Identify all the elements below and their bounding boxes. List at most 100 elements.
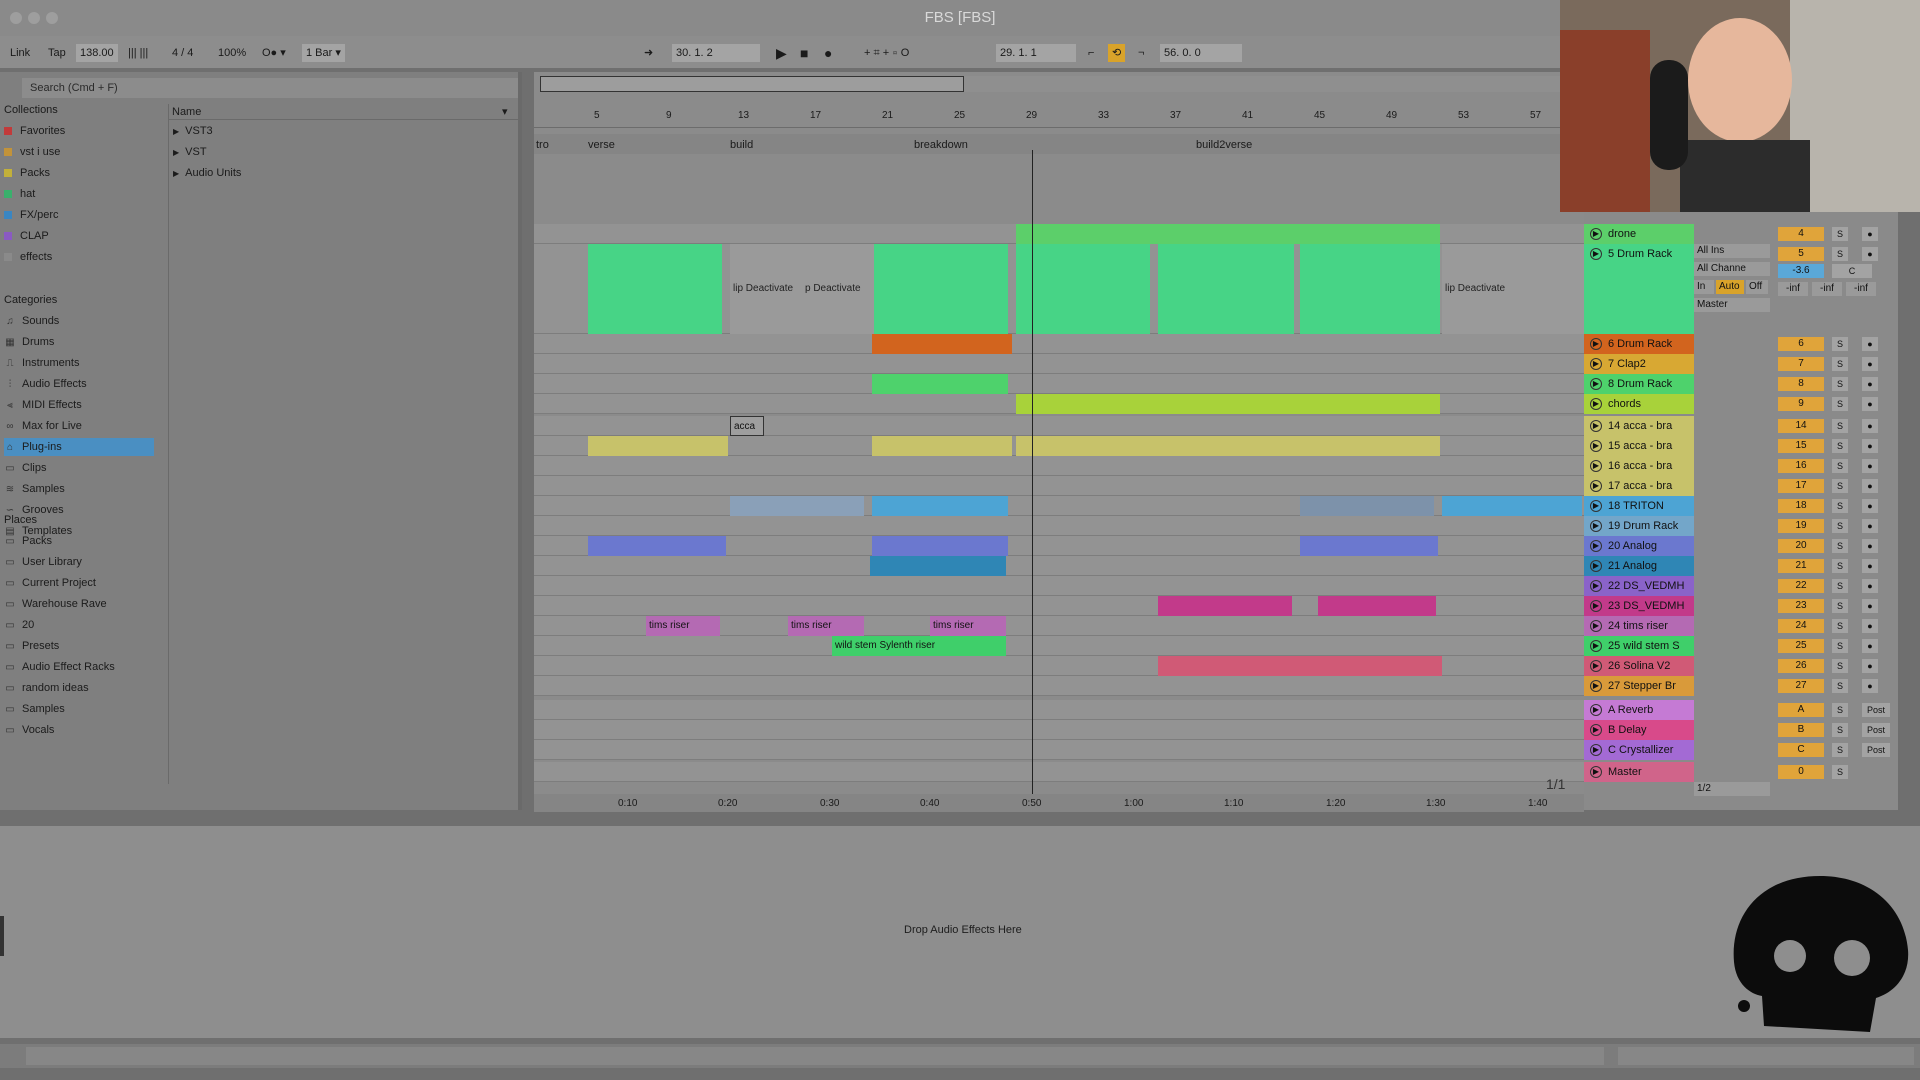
post-button[interactable]: Post [1862,743,1890,757]
category-item[interactable]: ⎍ Instruments [4,354,154,372]
track-lane[interactable] [534,676,1584,696]
arrangement-clip[interactable] [1016,244,1150,334]
track-header[interactable]: ▶ 17 acca - bra [1584,476,1694,496]
category-item[interactable]: ∽ Grooves [4,501,154,519]
track-header[interactable]: ▶ 16 acca - bra [1584,456,1694,476]
arm-button-icon[interactable]: ● [1862,499,1878,513]
track-lane[interactable] [534,334,1584,354]
track-fold-icon[interactable]: ▶ [1590,744,1602,756]
solo-button[interactable]: S [1832,419,1848,433]
track-fold-icon[interactable]: ▶ [1590,378,1602,390]
place-item[interactable]: ▭ Samples [4,700,154,718]
solo-button[interactable]: S [1832,337,1848,351]
arrangement-clip[interactable] [730,496,864,516]
solo-button[interactable]: S [1832,539,1848,553]
category-item[interactable]: ≋ Samples [4,480,154,498]
track-activator[interactable]: 20 [1778,539,1824,553]
loop-start-field[interactable]: 29. 1. 1 [996,44,1076,62]
track-fold-icon[interactable]: ▶ [1590,540,1602,552]
arm-button-icon[interactable]: ● [1862,679,1878,693]
arrangement-clip[interactable]: lip Deactivate [1442,244,1592,334]
detail-handle[interactable] [0,916,4,956]
track-fold-icon[interactable]: ▶ [1590,420,1602,432]
send-b-value[interactable]: -inf [1812,282,1842,296]
solo-button[interactable]: S [1832,659,1848,673]
arrangement-clip[interactable]: p Deactivate [802,244,874,334]
track-activator[interactable]: 16 [1778,459,1824,473]
category-item[interactable]: ∞ Max for Live [4,417,154,435]
solo-button[interactable]: S [1832,479,1848,493]
arm-button-icon[interactable]: ● [1862,377,1878,391]
track-lane[interactable] [534,700,1584,720]
arrangement-clip[interactable]: tims riser [788,616,864,636]
track-lane[interactable] [534,762,1584,782]
loop-switch-icon[interactable]: ⟲ [1108,44,1126,62]
arm-button-icon[interactable]: ● [1862,227,1878,241]
track-fold-icon[interactable]: ▶ [1590,660,1602,672]
place-item[interactable]: ▭ Audio Effect Racks [4,658,154,676]
track-header[interactable]: ▶ 15 acca - bra [1584,436,1694,456]
track-header[interactable]: ▶ 24 tims riser [1584,616,1694,636]
track-fold-icon[interactable]: ▶ [1590,600,1602,612]
locator-marker[interactable]: build2verse [1196,138,1252,152]
arm-button-icon[interactable]: ● [1862,639,1878,653]
metronome-icon[interactable]: O● ▾ [258,44,290,62]
solo-button[interactable]: S [1832,743,1848,757]
track-lane[interactable] [534,720,1584,740]
locator-marker[interactable]: breakdown [914,138,968,152]
track-lane[interactable] [534,556,1584,576]
track-header[interactable]: ▶ 23 DS_VEDMH [1584,596,1694,616]
arm-button-icon[interactable]: ● [1862,539,1878,553]
loop-length-field[interactable]: 56. 0. 0 [1160,44,1242,62]
category-item[interactable]: ⌂ Plug-ins [4,438,154,456]
collection-item[interactable]: Favorites [4,122,154,140]
track-activator[interactable]: 6 [1778,337,1824,351]
track-header[interactable]: ▶ 22 DS_VEDMH [1584,576,1694,596]
track-header[interactable]: ▶ C Crystallizer [1584,740,1694,760]
track-fold-icon[interactable]: ▶ [1590,358,1602,370]
send-c-value[interactable]: -inf [1846,282,1876,296]
track-header[interactable]: ▶ Master [1584,762,1694,782]
arm-button-icon[interactable]: ● [1862,659,1878,673]
solo-button[interactable]: S [1832,519,1848,533]
track-fold-icon[interactable]: ▶ [1590,248,1602,260]
arm-button-icon[interactable]: ● [1862,357,1878,371]
detail-view[interactable]: Drop Audio Effects Here [0,826,1920,1038]
arrangement-clip[interactable] [1318,596,1436,616]
track-activator[interactable]: 24 [1778,619,1824,633]
track-activator[interactable]: 23 [1778,599,1824,613]
track-activator[interactable]: 8 [1778,377,1824,391]
track-activator[interactable]: B [1778,723,1824,737]
follow-icon[interactable]: ➜ [640,44,657,62]
category-item[interactable]: ⫶ Audio Effects [4,375,154,393]
arrangement-clip[interactable] [872,536,1008,556]
track-activator[interactable]: 17 [1778,479,1824,493]
disclosure-triangle-icon[interactable]: ▶ [173,169,179,178]
track-activator[interactable]: 19 [1778,519,1824,533]
send-a-value[interactable]: -inf [1778,282,1808,296]
track-header[interactable]: ▶ 6 Drum Rack [1584,334,1694,354]
arrangement-clip[interactable] [1016,224,1440,244]
track-header[interactable]: ▶ 20 Analog [1584,536,1694,556]
overview-strip[interactable] [540,76,964,92]
solo-button[interactable]: S [1832,765,1848,779]
overview-strip-rest[interactable] [964,76,1564,92]
track-header[interactable]: ▶ 21 Analog [1584,556,1694,576]
place-item[interactable]: ▭ 20 [4,616,154,634]
arrangement-clip[interactable] [870,556,1006,576]
arrangement-clip[interactable] [588,436,728,456]
track-activator[interactable]: 27 [1778,679,1824,693]
arrangement-clip[interactable] [1300,496,1434,516]
master-output-select[interactable]: 1/2 [1694,782,1770,796]
track-activator[interactable]: 9 [1778,397,1824,411]
solo-button[interactable]: S [1832,247,1848,261]
arrangement-clip[interactable] [1158,656,1442,676]
arm-button-icon[interactable]: ● [1862,579,1878,593]
arm-button-icon[interactable]: ● [1862,337,1878,351]
track-fold-icon[interactable]: ▶ [1590,620,1602,632]
stop-button[interactable]: ■ [796,44,812,62]
solo-button[interactable]: S [1832,559,1848,573]
track-activator[interactable]: 26 [1778,659,1824,673]
arm-button-icon[interactable]: ● [1862,419,1878,433]
place-item[interactable]: ▭ Current Project [4,574,154,592]
